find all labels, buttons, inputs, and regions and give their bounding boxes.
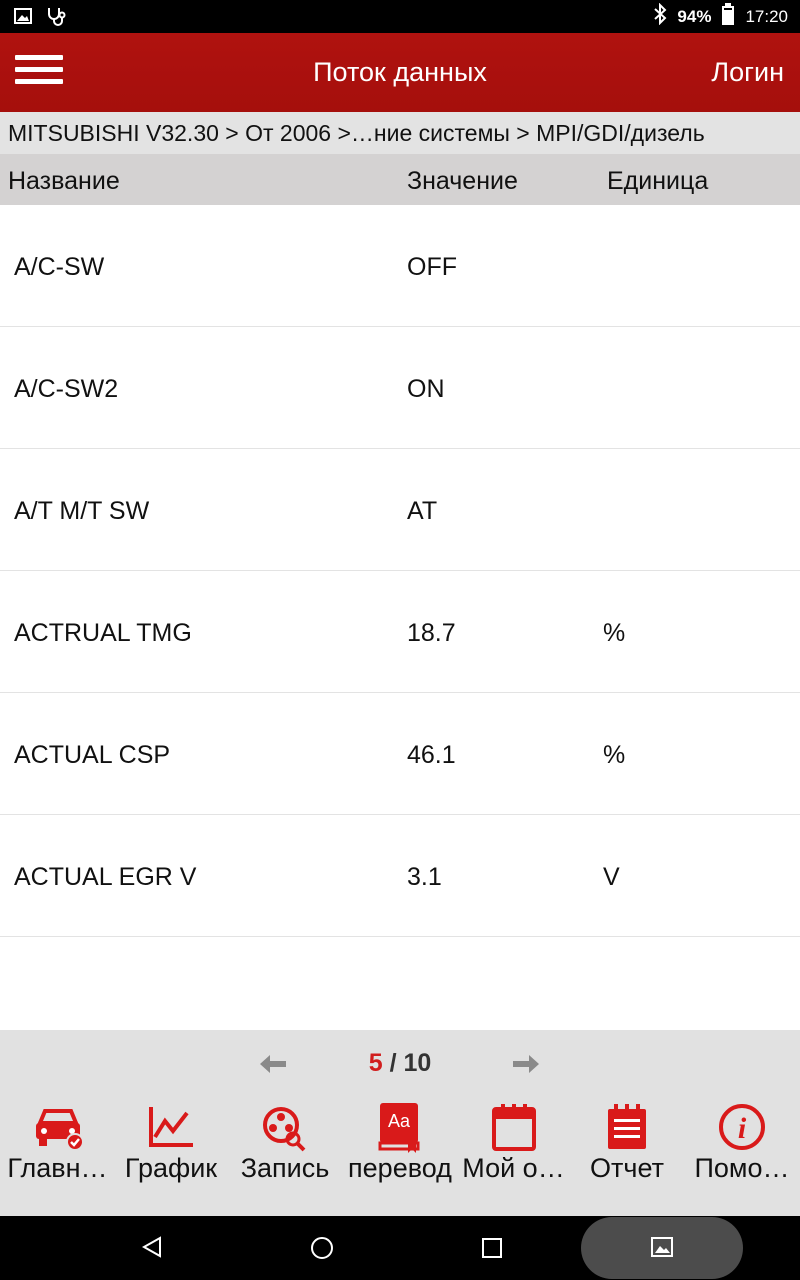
row-value: 46.1 <box>407 741 456 769</box>
data-stream-list: A/C-SW OFF A/C-SW2 ON A/T M/T SW AT ACTR… <box>0 205 800 937</box>
total-pages: 10 <box>403 1049 432 1077</box>
toolbar-graph-button[interactable]: График <box>115 1097 227 1216</box>
film-reel-search-icon <box>257 1101 313 1153</box>
bluetooth-icon <box>653 2 667 30</box>
row-unit: V <box>603 863 620 891</box>
row-name: A/C-SW2 <box>14 375 119 403</box>
current-page: 5 <box>368 1049 383 1077</box>
toolbar-label: Главн… <box>7 1153 108 1183</box>
translate-book-icon: Aa <box>372 1101 428 1153</box>
bottom-toolbar: Главн… График Запись Aa перевод Мой о… О… <box>0 1097 800 1216</box>
row-value: OFF <box>407 253 457 281</box>
page-separator: / <box>382 1049 404 1077</box>
row-unit: % <box>603 741 626 769</box>
svg-text:Aa: Aa <box>388 1111 411 1131</box>
table-header: Название Значение Единица <box>0 154 800 205</box>
toolbar-translate-button[interactable]: Aa перевод <box>343 1097 457 1216</box>
table-row[interactable]: ACTUAL EGR V 3.1 V <box>0 815 800 937</box>
row-name: ACTUAL EGR V <box>14 863 197 891</box>
page-title: Поток данных <box>313 57 487 87</box>
row-value: AT <box>407 497 438 525</box>
screenshot-icon[interactable] <box>650 1236 678 1264</box>
toolbar-my-button[interactable]: Мой о… <box>457 1097 570 1216</box>
row-name: A/T M/T SW <box>14 497 150 525</box>
recents-icon[interactable] <box>481 1237 509 1265</box>
clock: 17:20 <box>745 6 788 26</box>
toolbar-label: Отчет <box>590 1153 664 1183</box>
toolbar-report-button[interactable]: Отчет <box>570 1097 684 1216</box>
gallery-icon <box>14 8 32 29</box>
stethoscope-icon <box>46 6 68 31</box>
table-row[interactable]: ACTRUAL TMG 18.7 % <box>0 571 800 693</box>
row-value: 18.7 <box>407 619 456 647</box>
table-row[interactable]: A/T M/T SW AT <box>0 449 800 571</box>
table-row[interactable]: ACTUAL CSP 46.1 % <box>0 693 800 815</box>
breadcrumb: MITSUBISHI V32.30 > От 2006 >…ние систем… <box>0 112 800 154</box>
arrow-right-icon[interactable] <box>511 1052 541 1076</box>
header-unit: Единица <box>607 167 709 195</box>
report-notepad-icon <box>599 1101 655 1153</box>
page-indicator: 5 / 10 <box>0 1030 800 1097</box>
row-value: ON <box>407 375 445 403</box>
car-check-icon <box>30 1101 86 1153</box>
screen: 94% 17:20 Поток данных Логин MITSUBISHI … <box>0 0 800 1280</box>
toolbar-label: Запись <box>240 1153 330 1183</box>
login-button[interactable]: Логин <box>711 33 784 112</box>
pagination: 5 / 10 <box>0 1030 800 1097</box>
table-row[interactable]: A/C-SW2 ON <box>0 327 800 449</box>
row-name: A/C-SW <box>14 253 105 281</box>
back-icon[interactable] <box>140 1235 168 1263</box>
row-unit: % <box>603 619 626 647</box>
toolbar-help-button[interactable]: i Помо… <box>684 1097 800 1216</box>
toolbar-home-button[interactable]: Главн… <box>0 1097 115 1216</box>
svg-text:i: i <box>738 1112 747 1145</box>
header-name: Название <box>8 167 120 195</box>
toolbar-label: перевод <box>348 1153 452 1183</box>
status-bar: 94% 17:20 <box>0 0 800 33</box>
header-value: Значение <box>407 167 518 195</box>
toolbar-label: Помо… <box>694 1153 790 1183</box>
toolbar-record-button[interactable]: Запись <box>227 1097 343 1216</box>
app-bar: Поток данных Логин <box>0 33 800 112</box>
info-icon: i <box>714 1101 770 1153</box>
row-name: ACTUAL CSP <box>14 741 171 769</box>
battery-percent: 94% <box>677 6 712 26</box>
line-chart-icon <box>143 1101 199 1153</box>
calendar-icon <box>486 1101 542 1153</box>
row-value: 3.1 <box>407 863 442 891</box>
home-icon[interactable] <box>309 1235 337 1263</box>
row-name: ACTRUAL TMG <box>14 619 192 647</box>
battery-icon <box>721 3 735 30</box>
toolbar-label: График <box>124 1153 218 1183</box>
toolbar-label: Мой о… <box>462 1153 565 1183</box>
table-row[interactable]: A/C-SW OFF <box>0 205 800 327</box>
